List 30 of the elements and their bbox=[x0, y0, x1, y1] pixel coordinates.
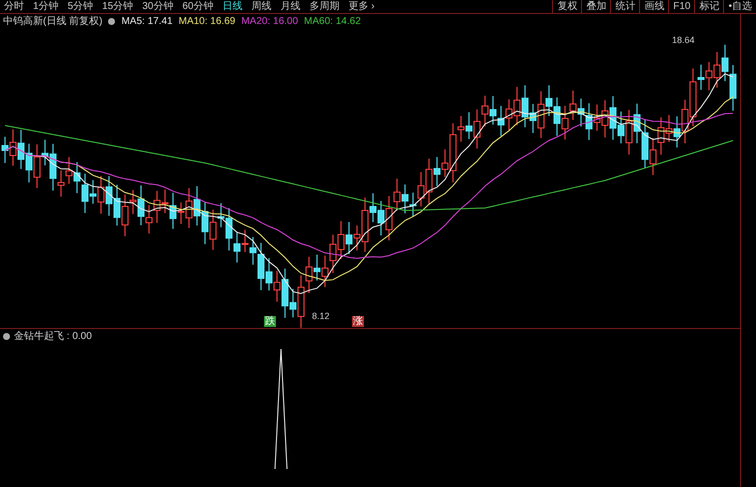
period-tab[interactable]: 周线 bbox=[252, 0, 272, 14]
settings-icon[interactable] bbox=[3, 332, 10, 340]
period-tab[interactable]: 月线 bbox=[280, 0, 300, 14]
toolbar-button[interactable]: 复权 bbox=[552, 0, 582, 13]
toolbar-button[interactable]: 标记 bbox=[694, 0, 724, 13]
period-tab[interactable]: 15分钟 bbox=[102, 0, 134, 14]
period-tab[interactable]: 多周期 bbox=[310, 0, 340, 14]
period-tab[interactable]: 更多 › bbox=[348, 0, 375, 14]
settings-icon[interactable] bbox=[108, 18, 116, 24]
high-price-label: 18.64 bbox=[672, 34, 695, 47]
period-tab[interactable]: 分时 bbox=[4, 0, 24, 14]
toolbar-button[interactable]: •自选 bbox=[723, 0, 756, 13]
period-tab[interactable]: 30分钟 bbox=[142, 0, 174, 14]
period-tab[interactable]: 60分钟 bbox=[182, 0, 214, 14]
toolbar-button[interactable]: 画线 bbox=[639, 0, 668, 13]
signal-badge: 跌 bbox=[264, 316, 276, 327]
toolbar-button[interactable]: 统计 bbox=[610, 0, 640, 13]
period-tab[interactable]: 5分钟 bbox=[68, 0, 94, 14]
toolbar-button[interactable]: F10 bbox=[668, 0, 694, 13]
ma-label: MA60: 14.62 bbox=[304, 14, 361, 28]
chart-title: 中钨高新(日线 前复权) bbox=[3, 14, 102, 28]
low-price-label: 8.12 bbox=[312, 310, 330, 323]
ma-label: MA5: 17.41 bbox=[121, 14, 173, 28]
signal-badge: 涨 bbox=[352, 316, 364, 327]
period-tab[interactable]: 1分钟 bbox=[33, 0, 59, 14]
period-tab[interactable]: 日线 bbox=[222, 0, 242, 14]
ma-label: MA10: 16.69 bbox=[178, 14, 236, 28]
indicator-title: 金钻牛起飞 : 0.00 bbox=[14, 330, 92, 344]
ma-label: MA20: 16.00 bbox=[241, 14, 298, 28]
toolbar-button[interactable]: 叠加 bbox=[581, 0, 610, 13]
